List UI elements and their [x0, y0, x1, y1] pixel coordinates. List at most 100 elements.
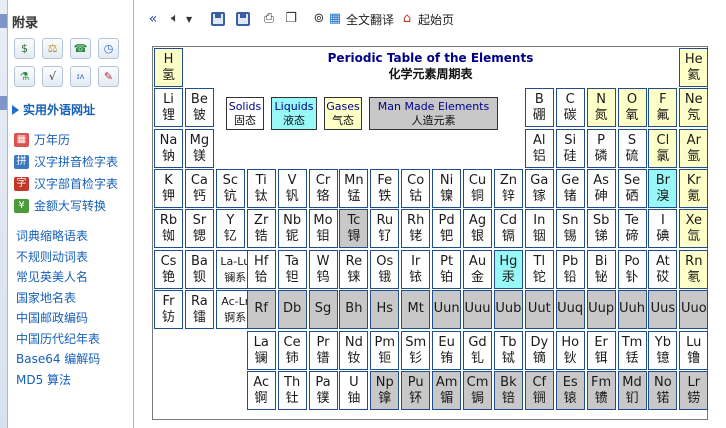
element-cell[interactable]: Hf 铪: [246, 249, 276, 289]
element-cell[interactable]: Tc 锝: [339, 209, 369, 249]
element-cell[interactable]: Am 镅: [432, 371, 462, 411]
save-button[interactable]: [236, 10, 250, 28]
element-cell[interactable]: Nb 铌: [277, 209, 307, 249]
element-cell[interactable]: Cu 铜: [463, 168, 492, 208]
element-cell[interactable]: Rn 氡: [679, 249, 709, 289]
element-cell[interactable]: Er 铒: [586, 331, 616, 370]
element-cell[interactable]: B硼: [524, 88, 554, 128]
element-cell[interactable]: Cf 锎: [524, 371, 554, 411]
element-cell[interactable]: Hs: [370, 289, 400, 329]
element-cell[interactable]: U铀: [339, 371, 369, 411]
element-cell[interactable]: Pb 铅: [555, 249, 585, 289]
element-cell[interactable]: Al 铝: [524, 128, 554, 168]
element-cell[interactable]: Uuu: [463, 289, 492, 329]
element-cell[interactable]: Th 钍: [277, 371, 307, 411]
chemistry-icon[interactable]: ⚗: [14, 66, 35, 87]
element-cell[interactable]: Ac 锕: [246, 371, 276, 411]
element-cell[interactable]: Eu 铕: [432, 331, 462, 370]
element-cell[interactable]: Ni 镍: [432, 168, 462, 208]
element-cell[interactable]: Kr 氪: [679, 168, 709, 208]
element-cell[interactable]: Ce 铈: [277, 331, 307, 370]
element-cell[interactable]: Ca 钙: [184, 168, 214, 208]
sidebar-link[interactable]: 常见英美人名: [16, 268, 88, 285]
element-cell[interactable]: Rb 铷: [154, 209, 183, 249]
element-cell[interactable]: Au 金: [463, 249, 492, 289]
element-cell[interactable]: Te 碲: [617, 209, 647, 249]
element-cell[interactable]: Br 溴: [648, 168, 678, 208]
element-cell[interactable]: Pt 铂: [432, 249, 462, 289]
element-cell[interactable]: Ti 钛: [246, 168, 276, 208]
element-cell[interactable]: Fr 钫: [154, 289, 183, 329]
element-cell[interactable]: Cd 镉: [493, 209, 523, 249]
element-cell[interactable]: Xe 氙: [679, 209, 709, 249]
print-button[interactable]: ⎙: [261, 10, 277, 28]
element-cell[interactable]: Es 锿: [555, 371, 585, 411]
element-cell[interactable]: Tm 铥: [617, 331, 647, 370]
element-cell[interactable]: Lu 镥: [679, 331, 709, 370]
back-button[interactable]: «: [145, 10, 161, 28]
element-cell[interactable]: At 砹: [648, 249, 678, 289]
element-cell[interactable]: Ba 钡: [184, 249, 214, 289]
element-cell[interactable]: Sr 锶: [184, 209, 214, 249]
element-cell[interactable]: Sg: [308, 289, 338, 329]
element-cell[interactable]: P磷: [586, 128, 616, 168]
element-cell[interactable]: Po 钋: [617, 249, 647, 289]
save-as-button[interactable]: [211, 10, 225, 28]
element-cell[interactable]: Ar 氩: [679, 128, 709, 168]
sidebar-link[interactable]: 中国历代纪年表: [16, 330, 100, 347]
calligraphy-icon[interactable]: ✎: [98, 66, 119, 87]
scale-icon[interactable]: ⚖: [42, 38, 63, 59]
element-cell[interactable]: Be 铍: [184, 88, 214, 128]
element-cell[interactable]: Nd 钕: [339, 331, 369, 370]
tool-item[interactable]: 字汉字部首检字表: [14, 175, 118, 192]
element-cell[interactable]: Sm 钐: [401, 331, 431, 370]
element-cell[interactable]: Ga 镓: [524, 168, 554, 208]
sidebar-link[interactable]: 中国邮政编码: [16, 309, 88, 326]
element-cell[interactable]: Y钇: [215, 209, 245, 249]
element-cell[interactable]: Zr 锆: [246, 209, 276, 249]
element-cell[interactable]: He 氦: [679, 48, 709, 87]
element-cell[interactable]: Dy 镝: [524, 331, 554, 370]
clock-icon[interactable]: ◷: [98, 38, 119, 59]
find-button[interactable]: ⊚: [311, 10, 327, 28]
element-cell[interactable]: Zn 锌: [493, 168, 523, 208]
ipa-icon[interactable]: ɪʌ: [70, 66, 91, 87]
element-cell[interactable]: F氟: [648, 88, 678, 128]
element-cell[interactable]: Ho 钬: [555, 331, 585, 370]
element-cell[interactable]: Mt: [401, 289, 431, 329]
element-cell[interactable]: Fm 镄: [586, 371, 616, 411]
element-cell[interactable]: S硫: [617, 128, 647, 168]
element-cell[interactable]: Cr 铬: [308, 168, 338, 208]
currency-icon[interactable]: $: [14, 38, 35, 59]
element-cell[interactable]: Uub: [493, 289, 523, 329]
element-cell[interactable]: Sb 锑: [586, 209, 616, 249]
element-cell[interactable]: Uun: [432, 289, 462, 329]
element-cell[interactable]: Uut: [524, 289, 554, 329]
copy-button[interactable]: ❐: [283, 10, 299, 28]
sidebar-link[interactable]: 国家地名表: [16, 289, 76, 306]
phone-icon[interactable]: ☎: [70, 38, 91, 59]
element-cell[interactable]: Uus: [648, 289, 678, 329]
sidebar-link[interactable]: 词典缩略语表: [16, 227, 88, 244]
element-cell[interactable]: Gd 钆: [463, 331, 492, 370]
tool-item[interactable]: 拼汉字拼音检字表: [14, 153, 118, 170]
element-cell[interactable]: Pr 镨: [308, 331, 338, 370]
element-cell[interactable]: K钾: [154, 168, 183, 208]
element-cell[interactable]: Tl 铊: [524, 249, 554, 289]
element-cell[interactable]: Li 锂: [154, 88, 183, 128]
element-cell[interactable]: C碳: [555, 88, 585, 128]
element-cell[interactable]: Bh: [339, 289, 369, 329]
element-cell[interactable]: Mg 镁: [184, 128, 214, 168]
element-cell[interactable]: Mo 钼: [308, 209, 338, 249]
element-cell[interactable]: W钨: [308, 249, 338, 289]
element-cell[interactable]: Np 镎: [370, 371, 400, 411]
translate-button[interactable]: ▦ 全文翻译: [327, 10, 394, 28]
element-cell[interactable]: As 砷: [586, 168, 616, 208]
tool-item[interactable]: ▦ 万年历: [14, 131, 70, 148]
element-cell[interactable]: Tb 铽: [493, 331, 523, 370]
element-cell[interactable]: H氢: [154, 48, 183, 87]
element-cell[interactable]: Ne 氖: [679, 88, 709, 128]
element-cell[interactable]: Db: [277, 289, 307, 329]
element-cell[interactable]: Cs 铯: [154, 249, 183, 289]
element-cell[interactable]: Lr 铹: [679, 371, 709, 411]
